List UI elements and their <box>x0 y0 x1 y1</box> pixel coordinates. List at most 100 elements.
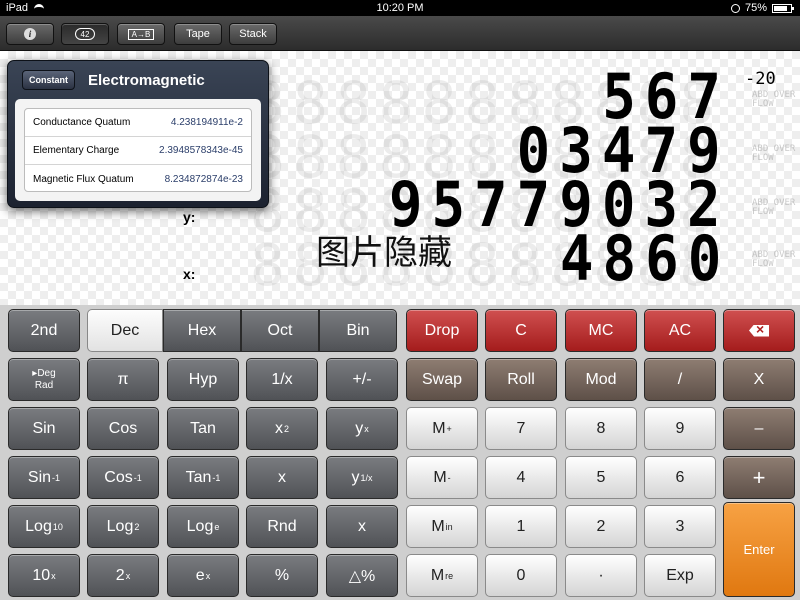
power-key[interactable]: yx <box>326 407 398 450</box>
tape-button[interactable]: Tape <box>174 23 222 45</box>
memory-minus-key[interactable]: M- <box>406 456 478 499</box>
keypad: 2nd Dec Hex Oct Bin Drop C MC AC ▸Deg Ra… <box>0 305 800 600</box>
hyp-key[interactable]: Hyp <box>167 358 239 401</box>
exp-power-key[interactable]: ex <box>167 554 239 597</box>
backspace-key[interactable] <box>723 309 795 352</box>
memory-recall-key[interactable]: Mre <box>406 554 478 597</box>
info-button[interactable]: i <box>6 23 54 45</box>
dec-key[interactable]: Dec <box>87 309 163 352</box>
add-key[interactable]: + <box>723 456 795 499</box>
stack-button[interactable]: Stack <box>229 23 277 45</box>
square-key[interactable]: x2 <box>246 407 318 450</box>
backspace-icon <box>749 324 769 337</box>
rotation-lock-icon <box>730 3 740 13</box>
arccos-key[interactable]: Cos -1 <box>87 456 159 499</box>
constants-popover: Constant Electromagnetic Conductance Qua… <box>7 60 269 208</box>
deg-rad-label: ▸Deg Rad <box>32 367 56 391</box>
mod-key[interactable]: Mod <box>565 358 637 401</box>
oct-key[interactable]: Oct <box>241 309 319 352</box>
roll-key[interactable]: Roll <box>485 358 557 401</box>
tan-key[interactable]: Tan <box>167 407 239 450</box>
battery-icon <box>772 3 794 13</box>
status-right: 75% <box>730 2 794 14</box>
memory-clear-key[interactable]: MC <box>565 309 637 352</box>
memory-in-key[interactable]: Min <box>406 505 478 548</box>
exp-key[interactable]: Exp <box>644 554 716 597</box>
digit-9-key[interactable]: 9 <box>644 407 716 450</box>
constant-name: Magnetic Flux Quatum <box>33 173 134 185</box>
convert-button[interactable]: A→B <box>117 23 165 45</box>
hex-key[interactable]: Hex <box>163 309 241 352</box>
label-x: x: <box>183 266 196 282</box>
digit-3-key[interactable]: 3 <box>644 505 716 548</box>
popover-title: Electromagnetic <box>88 72 205 89</box>
x-key-2[interactable]: x <box>326 505 398 548</box>
constant-name: Conductance Quatum <box>33 117 131 128</box>
digit-5-key[interactable]: 5 <box>565 456 637 499</box>
toolbar: i 42 A→B Tape Stack <box>0 16 800 51</box>
random-key[interactable]: Rnd <box>246 505 318 548</box>
constants-icon: 42 <box>74 28 96 40</box>
digit-4-key[interactable]: 4 <box>485 456 557 499</box>
percent-key[interactable]: % <box>246 554 318 597</box>
digit-7-key[interactable]: 7 <box>485 407 557 450</box>
all-clear-key[interactable]: AC <box>644 309 716 352</box>
ln-key[interactable]: Log e <box>167 505 239 548</box>
list-item[interactable]: Elementary Charge 2.3948578343e-45 <box>25 137 251 165</box>
root-key[interactable]: y 1/x <box>326 456 398 499</box>
second-key[interactable]: 2nd <box>8 309 80 352</box>
multiply-key[interactable]: X <box>723 358 795 401</box>
constant-value: 2.3948578343e-45 <box>159 145 243 156</box>
sign-key[interactable]: +/- <box>326 358 398 401</box>
overflow-indicator: ABD OVER FLOW <box>752 198 796 217</box>
watermark: 图片隐藏 <box>316 233 452 273</box>
divide-key[interactable]: / <box>644 358 716 401</box>
digit-1-key[interactable]: 1 <box>485 505 557 548</box>
constants-list: Conductance Quatum 4.238194911e-2 Elemen… <box>24 108 252 192</box>
overflow-indicator: ABD OVER FLOW <box>752 90 796 109</box>
info-icon: i <box>24 28 36 40</box>
digit-0-key[interactable]: 0 <box>485 554 557 597</box>
digit-2-key[interactable]: 2 <box>565 505 637 548</box>
x-key[interactable]: x <box>246 456 318 499</box>
arctan-key[interactable]: Tan -1 <box>167 456 239 499</box>
clock: 10:20 PM <box>376 2 424 14</box>
pi-key[interactable]: π <box>87 358 159 401</box>
swap-key[interactable]: Swap <box>406 358 478 401</box>
decimal-key[interactable]: · <box>565 554 637 597</box>
register-x: 4860 <box>559 222 730 295</box>
constant-name: Elementary Charge <box>33 145 120 156</box>
overflow-indicator: ABD OVER FLOW <box>752 144 796 163</box>
battery-percent: 75% <box>744 2 767 14</box>
ten-power-key[interactable]: 10 x <box>8 554 80 597</box>
reciprocal-key[interactable]: 1/x <box>246 358 318 401</box>
percent-change-key[interactable]: △% <box>326 554 398 597</box>
constants-button[interactable]: 42 <box>61 23 109 45</box>
drop-key[interactable]: Drop <box>406 309 478 352</box>
sin-key[interactable]: Sin <box>8 407 80 450</box>
digit-8-key[interactable]: 8 <box>565 407 637 450</box>
bin-key[interactable]: Bin <box>319 309 397 352</box>
deg-rad-key[interactable]: ▸Deg Rad <box>8 358 80 401</box>
label-y: y: <box>183 209 196 225</box>
memory-plus-key[interactable]: M + <box>406 407 478 450</box>
two-power-key[interactable]: 2x <box>87 554 159 597</box>
constant-tag[interactable]: Constant <box>22 70 75 90</box>
cos-key[interactable]: Cos <box>87 407 159 450</box>
convert-icon: A→B <box>127 28 155 40</box>
constant-value: 8.234872874e-23 <box>164 173 243 185</box>
register-t-exponent: -20 <box>745 69 776 89</box>
clear-key[interactable]: C <box>485 309 557 352</box>
list-item[interactable]: Conductance Quatum 4.238194911e-2 <box>25 109 251 137</box>
popover-panel: Conductance Quatum 4.238194911e-2 Elemen… <box>15 99 261 201</box>
constant-value: 4.238194911e-2 <box>170 117 243 128</box>
arcsin-key[interactable]: Sin -1 <box>8 456 80 499</box>
status-bar: iPad 10:20 PM 75% <box>0 0 800 16</box>
subtract-key[interactable]: – <box>723 407 795 450</box>
list-item[interactable]: Magnetic Flux Quatum 8.234872874e-23 <box>25 165 251 193</box>
log2-key[interactable]: Log 2 <box>87 505 159 548</box>
enter-key[interactable]: Enter <box>723 502 795 597</box>
overflow-indicator: ABD OVER FLOW <box>752 250 796 269</box>
log10-key[interactable]: Log 10 <box>8 505 80 548</box>
digit-6-key[interactable]: 6 <box>644 456 716 499</box>
